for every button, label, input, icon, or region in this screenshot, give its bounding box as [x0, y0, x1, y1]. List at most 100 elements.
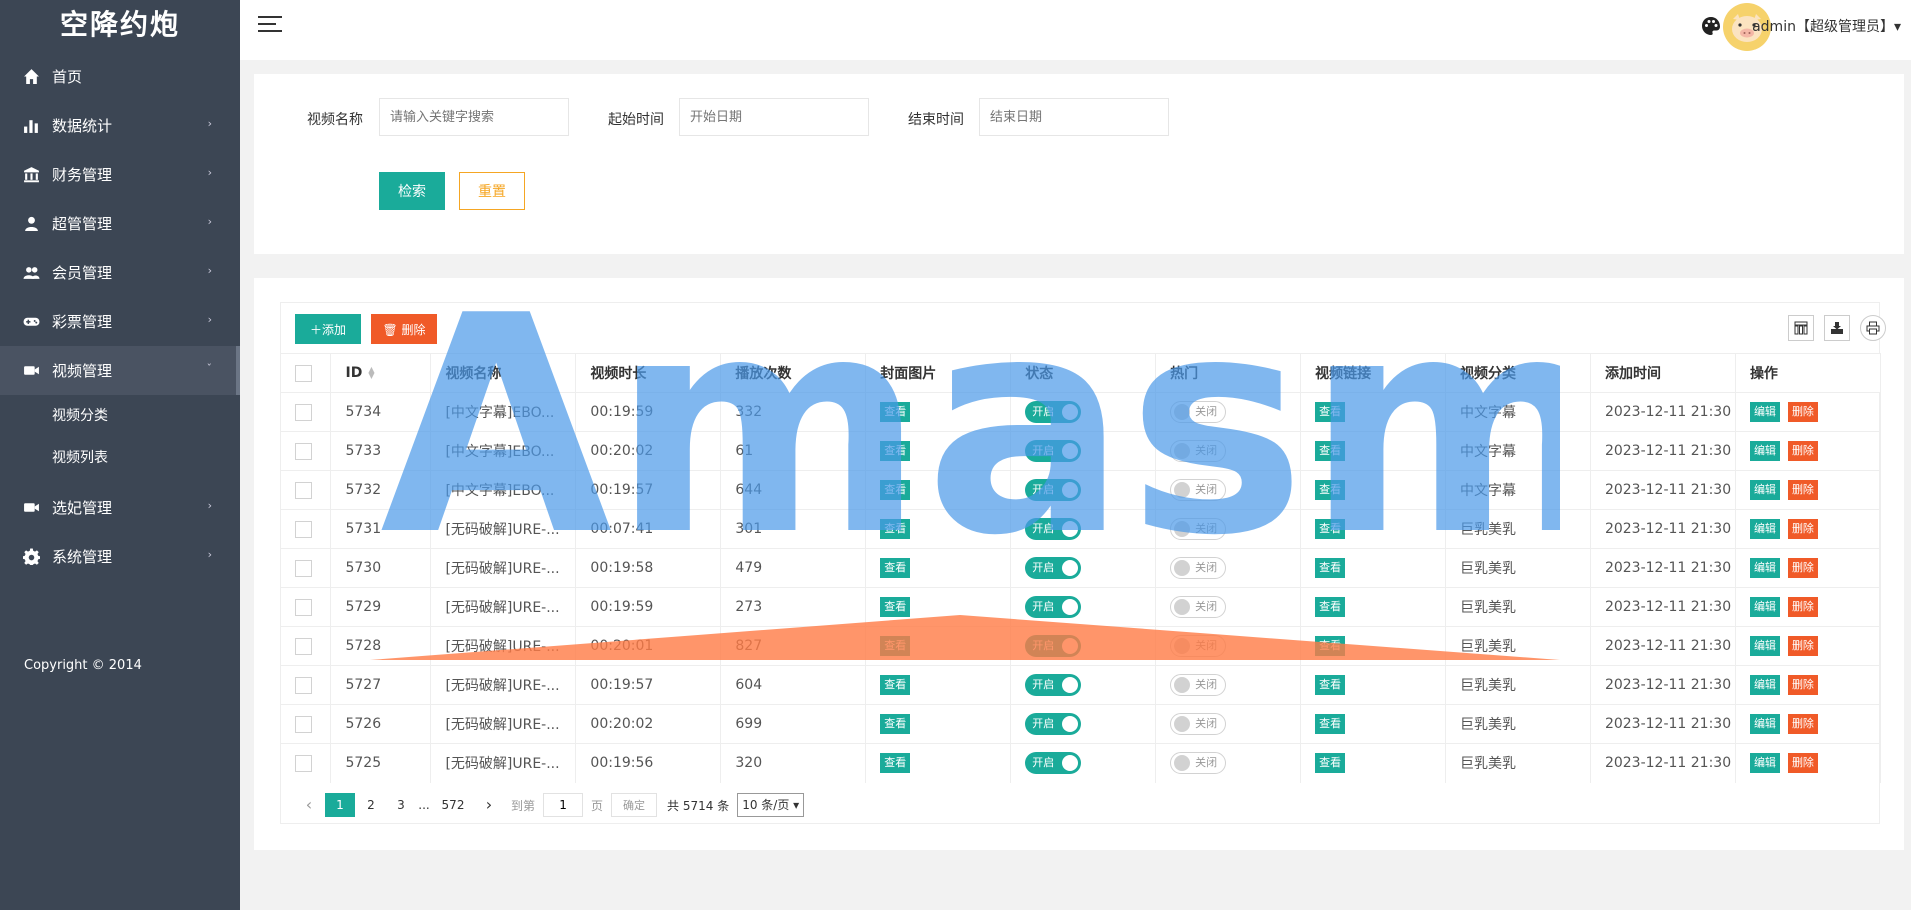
view-link-button[interactable]: 查看 — [1315, 402, 1346, 422]
delete-button[interactable]: 删除 — [1787, 441, 1818, 461]
hot-switch[interactable]: 关闭 — [1170, 635, 1227, 657]
next-page-icon[interactable]: › — [475, 793, 503, 817]
column-header[interactable]: ID ▲ ▼ — [330, 353, 432, 393]
hot-switch[interactable]: 关闭 — [1170, 674, 1227, 696]
view-cover-button[interactable]: 查看 — [880, 753, 911, 774]
delete-button[interactable]: 删除 — [1787, 636, 1818, 656]
sidebar-item-system[interactable]: 系统管理 › — [0, 532, 240, 581]
row-checkbox[interactable] — [295, 520, 312, 538]
status-switch[interactable]: 开启 — [1025, 752, 1082, 775]
user-menu[interactable]: admin【超级管理员】▾ — [1752, 16, 1901, 36]
edit-button[interactable]: 编辑 — [1749, 675, 1780, 695]
view-cover-button[interactable]: 查看 — [880, 480, 911, 500]
sidebar-item-lottery[interactable]: 彩票管理 › — [0, 297, 240, 346]
goto-confirm-button[interactable]: 确定 — [611, 793, 658, 817]
status-switch[interactable]: 开启 — [1025, 557, 1082, 579]
add-button[interactable]: ＋添加 — [295, 314, 361, 344]
palette-icon[interactable] — [1701, 16, 1721, 36]
row-checkbox[interactable] — [295, 676, 312, 694]
sidebar-item-stats[interactable]: 数据统计 › — [0, 101, 240, 150]
view-cover-button[interactable]: 查看 — [880, 597, 911, 617]
row-checkbox[interactable] — [295, 715, 312, 733]
view-link-button[interactable]: 查看 — [1315, 597, 1346, 617]
video-name-input[interactable] — [379, 98, 569, 136]
columns-filter-icon[interactable] — [1788, 315, 1814, 341]
view-link-button[interactable]: 查看 — [1315, 675, 1346, 695]
status-switch[interactable]: 开启 — [1025, 401, 1082, 423]
edit-button[interactable]: 编辑 — [1749, 480, 1780, 500]
end-date-input[interactable] — [979, 98, 1169, 136]
row-checkbox[interactable] — [295, 481, 312, 499]
hot-switch[interactable]: 关闭 — [1170, 440, 1227, 462]
print-icon[interactable] — [1860, 315, 1886, 341]
row-checkbox[interactable] — [295, 754, 312, 772]
hot-switch[interactable]: 关闭 — [1170, 479, 1227, 501]
page-1[interactable]: 1 — [325, 793, 355, 817]
edit-button[interactable]: 编辑 — [1749, 519, 1780, 539]
sidebar-item-finance[interactable]: 财务管理 › — [0, 150, 240, 199]
row-checkbox[interactable] — [295, 637, 312, 655]
view-cover-button[interactable]: 查看 — [880, 519, 911, 539]
page-3[interactable]: 3 — [387, 793, 415, 817]
delete-button[interactable]: 删除 — [1787, 402, 1818, 422]
sidebar-item-home[interactable]: 首页 — [0, 52, 240, 101]
prev-page-icon[interactable]: ‹ — [295, 793, 323, 817]
delete-button[interactable]: 删除 — [1787, 597, 1818, 617]
row-checkbox[interactable] — [295, 442, 312, 460]
delete-button[interactable]: 删除 — [1787, 558, 1818, 578]
select-all-checkbox[interactable] — [295, 364, 312, 382]
status-switch[interactable]: 开启 — [1025, 635, 1082, 657]
edit-button[interactable]: 编辑 — [1749, 402, 1780, 422]
edit-button[interactable]: 编辑 — [1749, 558, 1780, 578]
reset-button[interactable]: 重置 — [459, 172, 525, 210]
view-cover-button[interactable]: 查看 — [880, 558, 911, 578]
edit-button[interactable]: 编辑 — [1749, 597, 1780, 617]
sidebar-item-video[interactable]: 视频管理 ˇ — [0, 346, 240, 395]
row-checkbox[interactable] — [295, 598, 312, 616]
delete-button[interactable]: 删除 — [1787, 480, 1818, 500]
view-link-button[interactable]: 查看 — [1315, 753, 1346, 774]
hot-switch[interactable]: 关闭 — [1170, 752, 1227, 775]
page-last[interactable]: 572 — [433, 793, 473, 817]
delete-button[interactable]: 删除 — [1787, 675, 1818, 695]
sort-icon[interactable]: ▲ ▼ — [368, 366, 374, 380]
edit-button[interactable]: 编辑 — [1749, 753, 1780, 774]
hot-switch[interactable]: 关闭 — [1170, 557, 1227, 579]
view-cover-button[interactable]: 查看 — [880, 675, 911, 695]
view-link-button[interactable]: 查看 — [1315, 636, 1346, 656]
row-checkbox[interactable] — [295, 403, 312, 421]
batch-delete-button[interactable]: 🗑 删除 — [371, 314, 437, 344]
delete-button[interactable]: 删除 — [1787, 519, 1818, 539]
start-date-input[interactable] — [679, 98, 869, 136]
hot-switch[interactable]: 关闭 — [1170, 518, 1227, 540]
sidebar-item-admins[interactable]: 超管管理 › — [0, 199, 240, 248]
hot-switch[interactable]: 关闭 — [1170, 713, 1227, 735]
sidebar-subitem-video-category[interactable]: 视频分类 — [0, 395, 240, 437]
edit-button[interactable]: 编辑 — [1749, 714, 1780, 734]
delete-button[interactable]: 删除 — [1787, 753, 1818, 774]
view-cover-button[interactable]: 查看 — [880, 714, 911, 734]
status-switch[interactable]: 开启 — [1025, 518, 1082, 540]
view-link-button[interactable]: 查看 — [1315, 441, 1346, 461]
hot-switch[interactable]: 关闭 — [1170, 401, 1227, 423]
edit-button[interactable]: 编辑 — [1749, 441, 1780, 461]
view-cover-button[interactable]: 查看 — [880, 402, 911, 422]
per-page-select[interactable]: 10 条/页 ▾ — [737, 793, 805, 817]
edit-button[interactable]: 编辑 — [1749, 636, 1780, 656]
page-2[interactable]: 2 — [357, 793, 385, 817]
view-cover-button[interactable]: 查看 — [880, 441, 911, 461]
delete-button[interactable]: 删除 — [1787, 714, 1818, 734]
goto-page-input[interactable] — [543, 793, 584, 817]
status-switch[interactable]: 开启 — [1025, 596, 1082, 618]
row-checkbox[interactable] — [295, 559, 312, 577]
status-switch[interactable]: 开启 — [1025, 674, 1082, 696]
status-switch[interactable]: 开启 — [1025, 479, 1082, 501]
hot-switch[interactable]: 关闭 — [1170, 596, 1227, 618]
search-button[interactable]: 检索 — [379, 172, 445, 210]
menu-toggle-icon[interactable] — [258, 16, 282, 36]
view-link-button[interactable]: 查看 — [1315, 558, 1346, 578]
view-link-button[interactable]: 查看 — [1315, 519, 1346, 539]
view-cover-button[interactable]: 查看 — [880, 636, 911, 656]
view-link-button[interactable]: 查看 — [1315, 714, 1346, 734]
sidebar-subitem-video-list[interactable]: 视频列表 — [0, 437, 240, 479]
